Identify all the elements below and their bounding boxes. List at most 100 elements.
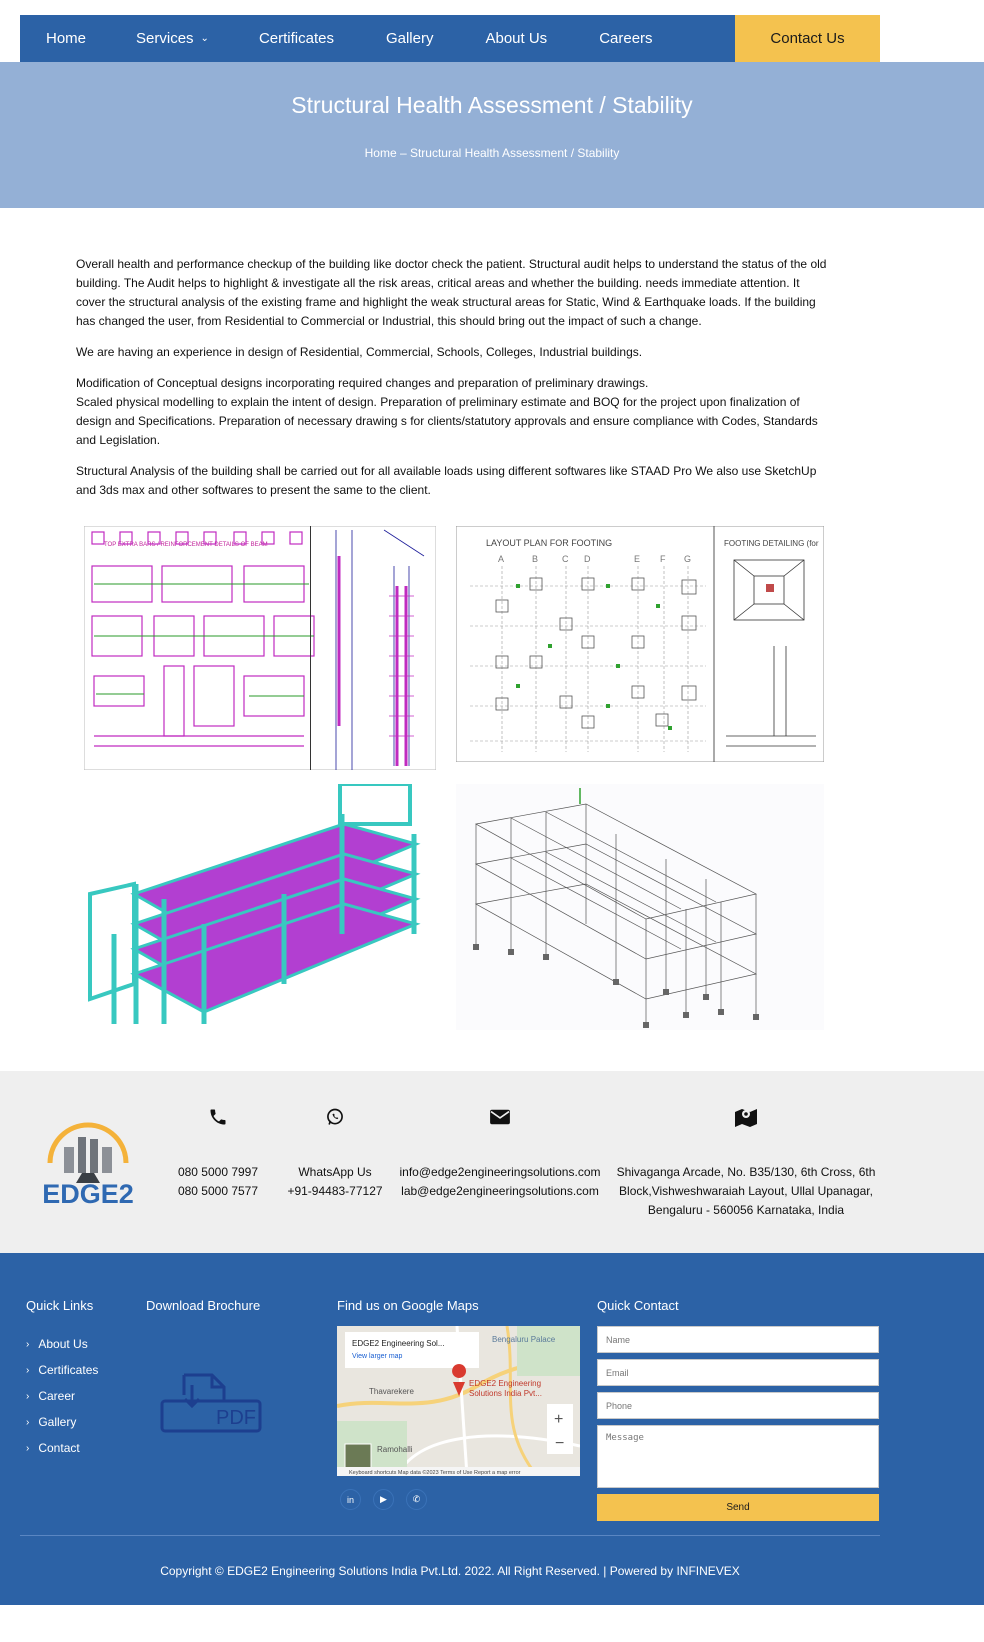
chevron-right-icon: › <box>26 1390 30 1402</box>
phone-input[interactable]: Phone <box>597 1392 879 1419</box>
quick-links-heading: Quick Links <box>26 1298 94 1313</box>
quick-link-career[interactable]: › Career <box>26 1383 98 1409</box>
copyright-text: Copyright © EDGE2 Engineering Solutions … <box>160 1564 740 1578</box>
email-lab[interactable]: lab@edge2engineeringsolutions.com <box>398 1182 602 1201</box>
phone-block: 080 5000 7997 080 5000 7577 <box>168 1105 268 1201</box>
nav-careers-label: Careers <box>599 30 653 47</box>
email-input[interactable]: Email <box>597 1359 879 1386</box>
email-block: info@edge2engineeringsolutions.com lab@e… <box>398 1105 602 1201</box>
nav-gallery-label: Gallery <box>385 30 434 47</box>
envelope-icon <box>398 1105 602 1129</box>
svg-text:−: − <box>555 1435 564 1452</box>
page-hero: Structural Health Assessment / Stability… <box>0 62 984 208</box>
phone-number-1[interactable]: 080 5000 7997 <box>168 1163 268 1182</box>
svg-text:+: + <box>554 1411 563 1428</box>
building-3d-model <box>84 784 436 1030</box>
quick-link-label: About Us <box>38 1337 88 1351</box>
grid-label-g: G <box>684 554 691 564</box>
whatsapp-label[interactable]: WhatsApp Us <box>283 1163 387 1182</box>
structural-frame-model <box>456 784 824 1030</box>
quick-link-label: Gallery <box>38 1415 77 1429</box>
phone-number-2[interactable]: 080 5000 7577 <box>168 1182 268 1201</box>
nav-spacer <box>880 15 984 62</box>
paragraph-modelling: Scaled physical modelling to explain the… <box>76 395 818 447</box>
pdf-label: PDF <box>216 1407 256 1429</box>
chevron-right-icon: › <box>26 1364 30 1376</box>
quick-link-label: Contact <box>38 1441 80 1455</box>
nav-services[interactable]: Services ⌄ <box>112 15 233 62</box>
brochure-heading: Download Brochure <box>146 1298 261 1313</box>
quick-link-contact[interactable]: › Contact <box>26 1435 98 1461</box>
chevron-down-icon: ⌄ <box>200 33 209 44</box>
address-block: Shivaganga Arcade, No. B35/130, 6th Cros… <box>614 1105 878 1220</box>
paragraph-analysis: Structural Analysis of the building shal… <box>76 464 817 497</box>
contact-strip: EDGE2 080 5000 7997 080 5000 7577 WhatsA… <box>0 1071 984 1253</box>
paragraph-audit: Overall health and performance checkup o… <box>76 257 827 328</box>
service-description: Overall health and performance checkup o… <box>76 255 828 512</box>
gallery-grid: TOP EXTRA BARS / REINFORCEMENT DETAILS O… <box>84 526 824 1030</box>
whatsapp-icon <box>283 1105 387 1129</box>
grid-label-b: B <box>532 554 538 564</box>
paragraph-experience: We are having an experience in design of… <box>76 345 643 359</box>
map-larger-link[interactable]: View larger map <box>352 1353 403 1360</box>
page-title: Structural Health Assessment / Stability <box>291 92 693 118</box>
chevron-right-icon: › <box>26 1442 30 1454</box>
grid-label-c: C <box>562 554 569 564</box>
footer-divider <box>20 1535 880 1536</box>
linkedin-icon[interactable]: in <box>340 1489 361 1510</box>
whatsapp-social-icon[interactable]: ✆ <box>406 1489 427 1510</box>
beam-reinforcement-drawing: TOP EXTRA BARS / REINFORCEMENT DETAILS O… <box>84 526 436 770</box>
logo-text: EDGE2 <box>42 1179 134 1209</box>
send-button[interactable]: Send <box>597 1494 879 1521</box>
contact-us-button[interactable]: Contact Us <box>735 15 880 62</box>
nav-certificates[interactable]: Certificates <box>233 15 360 62</box>
quick-contact-form: Name Email Phone Message Send <box>597 1326 879 1521</box>
map-heading: Find us on Google Maps <box>337 1298 479 1313</box>
map-location-icon <box>614 1105 878 1129</box>
pdf-download-icon[interactable]: PDF <box>160 1371 264 1435</box>
nav-careers[interactable]: Careers <box>573 15 678 62</box>
footing-layout-drawing: LAYOUT PLAN FOR FOOTING FOOTING DETAILIN… <box>456 526 824 762</box>
nav-gallery[interactable]: Gallery <box>360 15 460 62</box>
paragraph-modification-line: Modification of Conceptual designs incor… <box>76 376 649 390</box>
chevron-right-icon: › <box>26 1338 30 1350</box>
footing-detail-title: FOOTING DETAILING (for <box>724 539 819 548</box>
footing-plan-title: LAYOUT PLAN FOR FOOTING <box>486 538 612 548</box>
map-pin-label: Solutions India Pvt... <box>469 1389 542 1398</box>
paragraph-modification: Modification of Conceptual designs incor… <box>76 374 828 450</box>
name-input[interactable]: Name <box>597 1326 879 1353</box>
grid-label-f: F <box>660 554 666 564</box>
quick-links-list: › About Us › Certificates › Career › Gallery… <box>26 1331 98 1461</box>
map-area-label: Bengaluru Palace <box>492 1335 556 1344</box>
whatsapp-number[interactable]: +91-94483-77127 <box>283 1182 387 1201</box>
grid-label-d: D <box>584 554 591 564</box>
map-area-label: Ramohalli <box>377 1445 413 1454</box>
email-info[interactable]: info@edge2engineeringsolutions.com <box>398 1163 602 1182</box>
quick-link-label: Certificates <box>38 1363 99 1377</box>
breadcrumb[interactable]: Home – Structural Health Assessment / St… <box>0 146 984 160</box>
quick-link-gallery[interactable]: › Gallery <box>26 1409 98 1435</box>
map-attribution: Keyboard shortcuts Map data ©2023 Terms … <box>349 1469 521 1476</box>
grid-label-e: E <box>634 554 640 564</box>
edge2-logo[interactable]: EDGE2 <box>38 1117 138 1209</box>
nav-home[interactable]: Home <box>20 15 112 62</box>
google-map-embed[interactable]: EDGE2 Engineering Sol... View larger map… <box>337 1326 580 1476</box>
social-links: in ▶ ✆ <box>340 1489 427 1510</box>
nav-about-label: About Us <box>485 30 548 47</box>
nav-home-label: Home <box>46 30 87 47</box>
page: Home Services ⌄ Certificates Gallery Abou… <box>0 0 984 1642</box>
quick-link-certificates[interactable]: › Certificates <box>26 1357 98 1383</box>
map-place-name: EDGE2 Engineering Sol... <box>352 1339 445 1348</box>
whatsapp-block: WhatsApp Us +91-94483-77127 <box>283 1105 387 1201</box>
map-pin-label: EDGE2 Engineering <box>469 1379 541 1388</box>
nav-about[interactable]: About Us <box>459 15 573 62</box>
quick-link-about[interactable]: › About Us <box>26 1331 98 1357</box>
address-line-2: Block,Vishweshwaraiah Layout, Ullal Upan… <box>619 1184 873 1198</box>
nav-services-label: Services <box>136 30 194 47</box>
youtube-icon[interactable]: ▶ <box>373 1489 394 1510</box>
chevron-right-icon: › <box>26 1416 30 1428</box>
message-textarea[interactable]: Message <box>597 1425 879 1488</box>
address-line-3: Bengaluru - 560056 Karnataka, India <box>647 1203 845 1217</box>
nav-certificates-label: Certificates <box>258 30 334 47</box>
quick-contact-heading: Quick Contact <box>597 1298 679 1313</box>
